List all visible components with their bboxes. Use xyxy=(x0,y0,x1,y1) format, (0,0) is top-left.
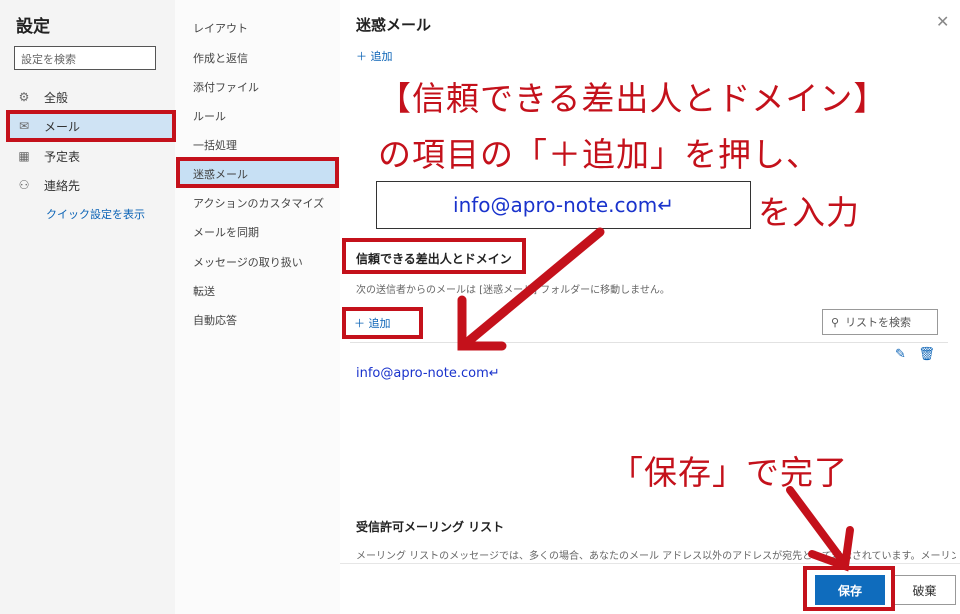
arrow-to-save-button xyxy=(786,486,854,572)
annotation-arrows xyxy=(457,227,854,572)
arrow-to-add-button xyxy=(457,227,605,351)
